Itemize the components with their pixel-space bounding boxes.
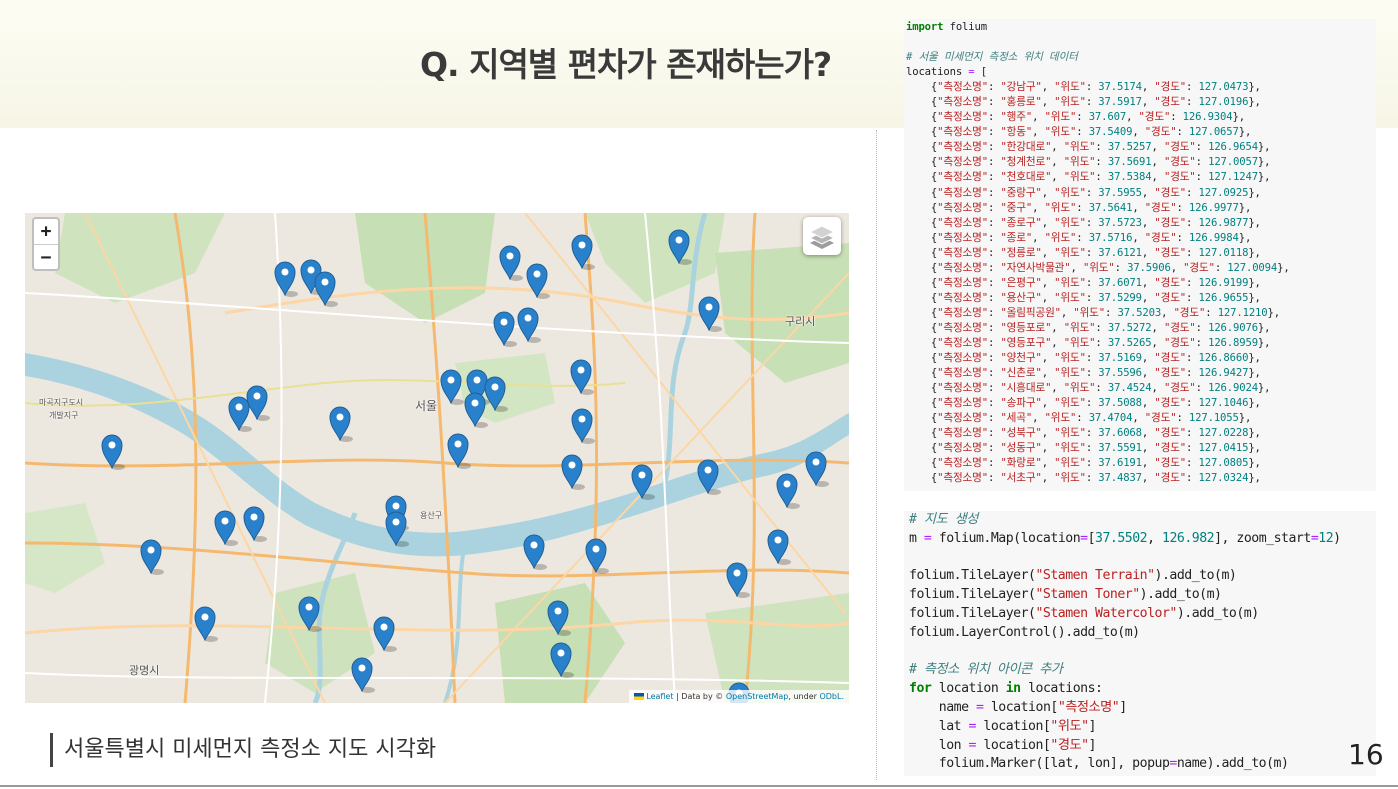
code-top-line: {"측정소명": "성북구", "위도": 37.6068, "경도": 127… (906, 427, 1261, 440)
code-top-line: {"측정소명": "중구", "위도": 37.5641, "경도": 126.… (906, 201, 1252, 214)
slide-caption: 서울특별시 미세먼지 측정소 지도 시각화 (50, 733, 436, 767)
code-top-line: {"측정소명": "홍릉로", "위도": 37.5917, "경도": 127… (906, 96, 1261, 109)
code-top-line: {"측정소명": "서초구", "위도": 37.4837, "경도": 127… (906, 472, 1261, 485)
bottom-rule (0, 785, 1398, 787)
zoom-out-button[interactable]: − (34, 244, 58, 270)
dotted-divider (876, 130, 877, 780)
code-bottom-line: lon = location["경도"] (909, 737, 1097, 753)
code-bottom-line (909, 643, 1371, 662)
code-bottom-line: folium.TileLayer("Stamen Terrain").add_t… (909, 568, 1237, 584)
map-label-guri: 구리시 (785, 315, 816, 328)
code-top-line: {"측정소명": "한강대로", "위도": 37.5257, "경도": 12… (906, 141, 1271, 154)
code-top-line: {"측정소명": "영등포구", "위도": 37.5265, "경도": 12… (906, 336, 1271, 349)
code-bottom-line: # 측정소 위치 아이콘 추가 (909, 662, 1063, 678)
code-bottom-line: lat = location["위도"] (909, 718, 1097, 734)
map-label-yongsan: 용산구 (420, 511, 443, 520)
code-top-line: {"측정소명": "송파구", "위도": 37.5088, "경도": 127… (906, 397, 1261, 410)
code-top-line: {"측정소명": "용산구", "위도": 37.5299, "경도": 126… (906, 291, 1261, 304)
map-attribution: Leaflet | Data by © OpenStreetMap, under… (629, 690, 849, 703)
code-top-line: {"측정소명": "종로", "위도": 37.5716, "경도": 126.… (906, 231, 1252, 244)
odbl-link[interactable]: ODbL. (819, 692, 844, 701)
slide-title: Q. 지역별 편차가 존재하는가? (420, 45, 832, 84)
code-top-line: {"측정소명": "행주", "위도": 37.607, "경도": 126.9… (906, 111, 1245, 124)
code-top-line: # 서울 미세먼지 측정소 위치 데이터 (906, 51, 1078, 64)
code-top-line: {"측정소명": "종로구", "위도": 37.5723, "경도": 126… (906, 216, 1261, 229)
code-bottom-line: folium.TileLayer("Stamen Toner").add_to(… (909, 587, 1222, 603)
attribution-data-by: | Data by © (673, 692, 726, 701)
code-top-line: {"측정소명": "자연사박물관", "위도": 37.5906, "경도": … (906, 261, 1290, 274)
attribution-under: , under (788, 692, 820, 701)
code-top-line: import folium (906, 21, 987, 33)
code-top-line: {"측정소명": "신촌로", "위도": 37.5596, "경도": 126… (906, 367, 1261, 380)
code-bottom-line: folium.Marker([lat, lon], popup=name).ad… (909, 756, 1289, 772)
code-bottom-line: folium.LayerControl().add_to(m) (909, 624, 1140, 640)
code-bottom-line: for location in locations: (909, 681, 1103, 697)
code-top-line: locations = [ (906, 66, 987, 79)
map-label-seoul: 서울 (415, 399, 438, 413)
code-top-line: {"측정소명": "양천구", "위도": 37.5169, "경도": 126… (906, 352, 1261, 365)
code-block-locations: import folium # 서울 미세먼지 측정소 위치 데이터 locati… (904, 19, 1376, 491)
code-top-line: {"측정소명": "올림픽공원", "위도": 37.5203, "경도": 1… (906, 306, 1280, 319)
layer-control-button[interactable] (803, 217, 841, 255)
code-top-line: {"측정소명": "청계천로", "위도": 37.5691, "경도": 12… (906, 156, 1271, 169)
code-bottom-line (909, 549, 1371, 568)
code-bottom-line: m = folium.Map(location=[37.5502, 126.98… (909, 530, 1341, 546)
code-top-line: {"측정소명": "중랑구", "위도": 37.5955, "경도": 127… (906, 186, 1261, 199)
code-top-line: {"측정소명": "화랑로", "위도": 37.6191, "경도": 127… (906, 457, 1261, 470)
code-top-line: {"측정소명": "영등포로", "위도": 37.5272, "경도": 12… (906, 321, 1271, 334)
code-bottom-line: name = location["측정소명"] (909, 699, 1127, 715)
page-number: 16 (1348, 738, 1384, 771)
code-top-line: {"측정소명": "은평구", "위도": 37.6071, "경도": 126… (906, 276, 1261, 289)
code-top-line: {"측정소명": "강남구", "위도": 37.5174, "경도": 127… (906, 81, 1261, 94)
code-top-line: {"측정소명": "시흥대로", "위도": 37.4524, "경도": 12… (906, 382, 1271, 395)
map-tiles (25, 213, 849, 703)
osm-link[interactable]: OpenStreetMap (726, 692, 789, 701)
zoom-in-button[interactable]: + (34, 219, 58, 244)
layers-icon (808, 225, 836, 249)
code-top-line (906, 35, 1374, 50)
folium-map[interactable]: 서울 구리시 광명시 마곡지구도시 개발지구 용산구 + − Leaflet |… (25, 213, 849, 703)
ukraine-flag-icon (634, 693, 645, 700)
leaflet-link[interactable]: Leaflet (646, 692, 673, 701)
map-label-gwangmyeong: 광명시 (129, 664, 160, 677)
code-top-line: {"측정소명": "세곡", "위도": 37.4704, "경도": 127.… (906, 412, 1252, 425)
map-label-magok-2: 개발지구 (49, 411, 79, 420)
map-label-magok-1: 마곡지구도시 (39, 398, 84, 407)
code-top-line: {"측정소명": "항동", "위도": 37.5409, "경도": 127.… (906, 126, 1252, 139)
code-top-line: {"측정소명": "성동구", "위도": 37.5591, "경도": 127… (906, 442, 1261, 455)
code-bottom-line: # 지도 생성 (909, 512, 978, 527)
code-top-line: {"측정소명": "정릉로", "위도": 37.6121, "경도": 127… (906, 246, 1261, 259)
code-bottom-line: folium.TileLayer("Stamen Watercolor").ad… (909, 605, 1259, 621)
zoom-control: + − (32, 217, 60, 271)
code-top-line: {"측정소명": "천호대로", "위도": 37.5384, "경도": 12… (906, 171, 1271, 184)
code-block-map: # 지도 생성 m = folium.Map(location=[37.5502,… (904, 511, 1376, 776)
